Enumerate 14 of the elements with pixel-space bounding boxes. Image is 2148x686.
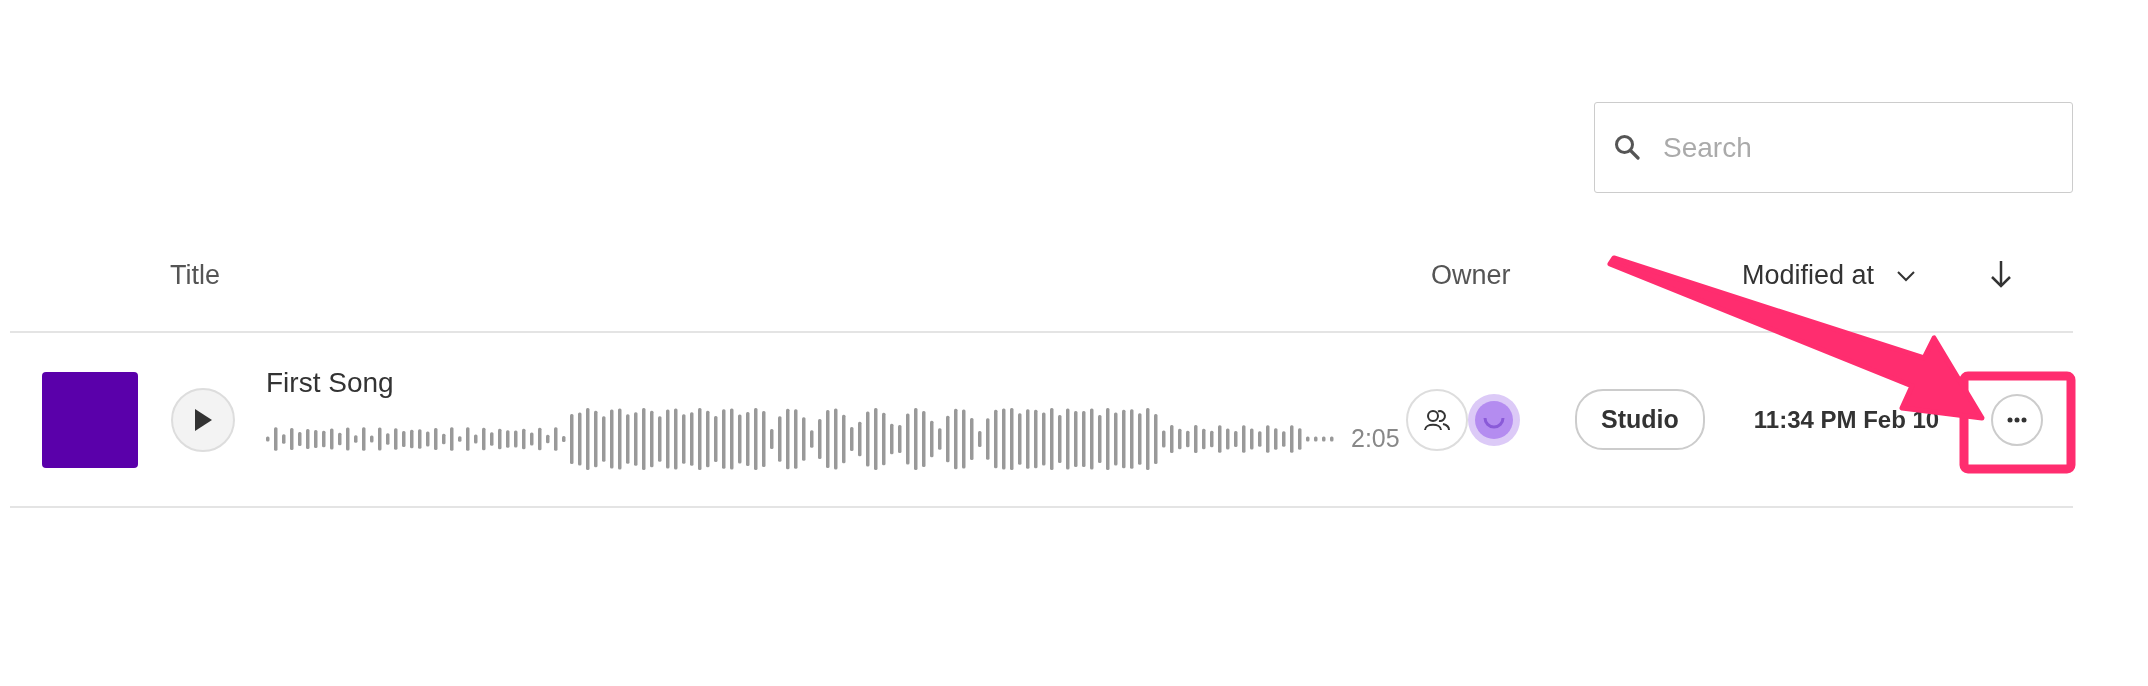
song-title: First Song	[266, 368, 395, 397]
column-header: Title	[170, 262, 220, 289]
play-icon	[193, 407, 213, 432]
chevron-down-icon	[1896, 269, 1917, 282]
more-icon	[2007, 416, 2028, 423]
people-icon	[1424, 408, 1450, 431]
sort-direction-button[interactable]	[1989, 259, 2013, 289]
duration: 2:05	[1351, 422, 1400, 454]
plan-badge: Studio	[1575, 388, 1705, 451]
arrow-down-icon	[1989, 259, 2013, 289]
avatar-icon	[1468, 393, 1520, 446]
column-header: Owner	[1431, 262, 1511, 289]
search-field[interactable]: Search	[1594, 102, 2073, 193]
column-header[interactable]: Modified at	[1742, 262, 1917, 289]
